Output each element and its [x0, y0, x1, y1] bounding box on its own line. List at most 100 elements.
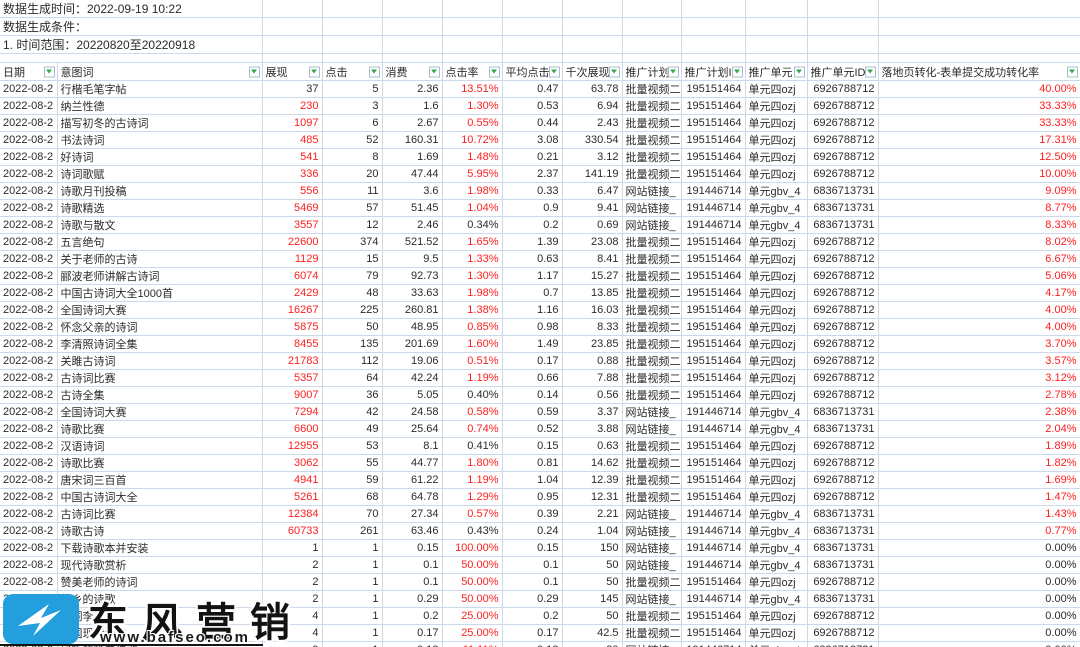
- cell[interactable]: 9.5: [382, 251, 442, 268]
- cell[interactable]: 0.18: [502, 642, 562, 647]
- cell[interactable]: 0.00%: [878, 557, 1080, 574]
- cell[interactable]: 195151464: [681, 438, 745, 455]
- cell[interactable]: 1.04%: [442, 200, 502, 217]
- column-header[interactable]: 点击率: [442, 63, 502, 81]
- cell[interactable]: 1.60%: [442, 336, 502, 353]
- cell[interactable]: 0.41%: [442, 438, 502, 455]
- column-header[interactable]: 推广单元: [745, 63, 807, 81]
- cell[interactable]: 1.89%: [878, 438, 1080, 455]
- cell[interactable]: 36: [322, 387, 382, 404]
- cell[interactable]: 68: [322, 489, 382, 506]
- cell[interactable]: [262, 18, 322, 36]
- cell[interactable]: [502, 54, 562, 63]
- cell[interactable]: 5.06%: [878, 268, 1080, 285]
- column-header[interactable]: 推广单元ID: [807, 63, 878, 81]
- cell[interactable]: 2022-08-2: [0, 132, 57, 149]
- cell[interactable]: 故乡的诗歌: [57, 591, 262, 608]
- cell[interactable]: 9.41: [562, 200, 622, 217]
- cell[interactable]: 12.31: [562, 489, 622, 506]
- cell[interactable]: 1: [322, 574, 382, 591]
- cell[interactable]: 191446714: [681, 557, 745, 574]
- cell[interactable]: [622, 36, 681, 54]
- cell[interactable]: 0.98: [502, 319, 562, 336]
- filter-dropdown-icon[interactable]: [1067, 66, 1078, 77]
- cell[interactable]: 批量视频二: [622, 574, 681, 591]
- cell[interactable]: 五言绝句: [57, 234, 262, 251]
- cell[interactable]: 批量视频二: [622, 302, 681, 319]
- cell[interactable]: 纳兰性德: [57, 98, 262, 115]
- cell[interactable]: [622, 0, 681, 18]
- cell[interactable]: 49: [322, 421, 382, 438]
- cell[interactable]: 批量视频二: [622, 251, 681, 268]
- cell[interactable]: 6926788712: [807, 98, 878, 115]
- cell[interactable]: 195151464: [681, 268, 745, 285]
- cell[interactable]: 0.39: [502, 506, 562, 523]
- cell[interactable]: 1.43%: [878, 506, 1080, 523]
- cell[interactable]: 33.63: [382, 285, 442, 302]
- cell[interactable]: 25.00%: [442, 608, 502, 625]
- cell[interactable]: 59: [322, 472, 382, 489]
- cell[interactable]: 17.31%: [878, 132, 1080, 149]
- cell[interactable]: 1.65%: [442, 234, 502, 251]
- cell[interactable]: 单元四ozj: [745, 438, 807, 455]
- cell[interactable]: 6836713731: [807, 217, 878, 234]
- cell[interactable]: 9.09%: [878, 183, 1080, 200]
- cell[interactable]: 网站链接_: [622, 523, 681, 540]
- cell[interactable]: 1.38%: [442, 302, 502, 319]
- cell[interactable]: 1.80%: [442, 455, 502, 472]
- cell[interactable]: 0.1: [502, 557, 562, 574]
- cell[interactable]: 1: [262, 540, 322, 557]
- cell[interactable]: 16267: [262, 302, 322, 319]
- cell[interactable]: 单元四ozj: [745, 234, 807, 251]
- column-header[interactable]: 落地页转化-表单提交成功转化率: [878, 63, 1080, 81]
- cell[interactable]: [502, 0, 562, 18]
- cell[interactable]: 单元gbv_4: [745, 523, 807, 540]
- cell[interactable]: 5.05: [382, 387, 442, 404]
- cell[interactable]: 单元gbv_4: [745, 421, 807, 438]
- cell[interactable]: 2022-08-2: [0, 217, 57, 234]
- cell[interactable]: 8: [322, 149, 382, 166]
- cell[interactable]: 11.11%: [442, 642, 502, 647]
- info-cell[interactable]: 数据生成时间：2022-09-19 10:22: [0, 0, 262, 18]
- cell[interactable]: 古诗词比赛: [57, 506, 262, 523]
- cell[interactable]: 63.46: [382, 523, 442, 540]
- cell[interactable]: 195151464: [681, 455, 745, 472]
- cell[interactable]: 网站链接_: [622, 404, 681, 421]
- cell[interactable]: [681, 18, 745, 36]
- cell[interactable]: 0.59: [502, 404, 562, 421]
- cell[interactable]: [382, 18, 442, 36]
- cell[interactable]: 195151464: [681, 166, 745, 183]
- cell[interactable]: 0.34%: [442, 217, 502, 234]
- column-header[interactable]: 展现: [262, 63, 322, 81]
- cell[interactable]: 6836713731: [807, 540, 878, 557]
- cell[interactable]: 13.51%: [442, 81, 502, 98]
- cell[interactable]: 单元gbv_4: [745, 183, 807, 200]
- cell[interactable]: 网站链接_: [622, 591, 681, 608]
- cell[interactable]: 33.33%: [878, 115, 1080, 132]
- cell[interactable]: [442, 54, 502, 63]
- cell[interactable]: [442, 18, 502, 36]
- cell[interactable]: 485: [262, 132, 322, 149]
- cell[interactable]: 6.94: [562, 98, 622, 115]
- cell[interactable]: 1129: [262, 251, 322, 268]
- cell[interactable]: 5875: [262, 319, 322, 336]
- cell[interactable]: 网站链接_: [622, 506, 681, 523]
- cell[interactable]: 48: [322, 285, 382, 302]
- cell[interactable]: 16.03: [562, 302, 622, 319]
- cell[interactable]: 4941: [262, 472, 322, 489]
- cell[interactable]: 0.77%: [878, 523, 1080, 540]
- cell[interactable]: 22600: [262, 234, 322, 251]
- cell[interactable]: 3.6: [382, 183, 442, 200]
- cell[interactable]: 50.00%: [442, 574, 502, 591]
- cell[interactable]: 批量视频二: [622, 234, 681, 251]
- cell[interactable]: 0.63: [502, 251, 562, 268]
- cell[interactable]: 6926788712: [807, 353, 878, 370]
- cell[interactable]: 单元四ozj: [745, 608, 807, 625]
- cell[interactable]: 5469: [262, 200, 322, 217]
- cell[interactable]: 15: [322, 251, 382, 268]
- filter-dropdown-icon[interactable]: [489, 66, 500, 77]
- cell[interactable]: 6926788712: [807, 285, 878, 302]
- column-header[interactable]: 平均点击: [502, 63, 562, 81]
- filter-dropdown-icon[interactable]: [609, 66, 620, 77]
- cell[interactable]: 单元四ozj: [745, 472, 807, 489]
